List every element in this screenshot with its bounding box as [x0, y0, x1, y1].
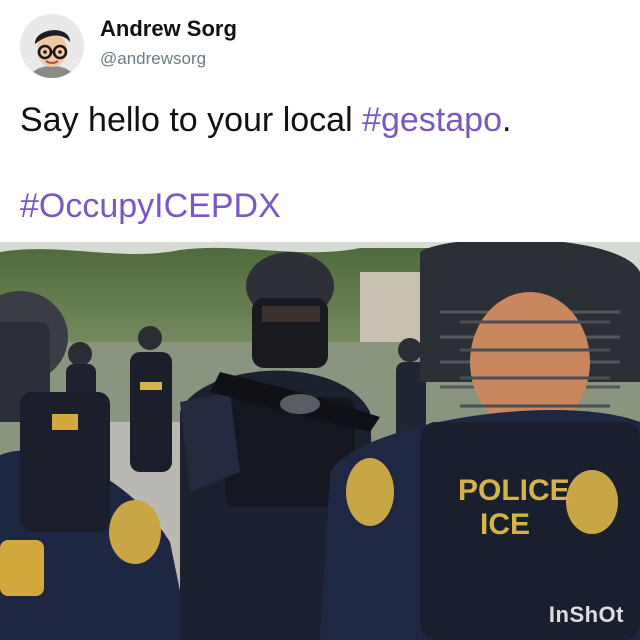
author-name[interactable]: Andrew Sorg	[100, 16, 237, 42]
tweet-text-end: .	[501, 101, 512, 139]
avatar[interactable]	[20, 14, 84, 78]
screenshot-frame: Andrew Sorg @andrewsorg Say hello to you…	[0, 0, 640, 640]
tweet-text-plain: Say hello to your local	[20, 101, 363, 139]
tweet-text: Say hello to your local #gestapo.	[20, 101, 511, 140]
avatar-illustration	[20, 14, 84, 78]
hashtag-occupyicepdx[interactable]: #OccupyICEPDX	[20, 187, 281, 225]
vest-text-line2: ICE	[480, 508, 530, 541]
tweet-card: Andrew Sorg @andrewsorg Say hello to you…	[0, 0, 640, 242]
inshot-watermark: InShOt	[548, 602, 624, 627]
video-frame[interactable]: POLICE ICE InShOt	[0, 242, 640, 640]
video-scene: POLICE ICE	[0, 242, 640, 640]
tweet-text-hashtag-line: #OccupyICEPDX	[20, 187, 281, 226]
hashtag-gestapo[interactable]: #gestapo	[362, 101, 502, 139]
vest-text-line1: POLICE	[458, 474, 570, 507]
author-handle[interactable]: @andrewsorg	[100, 49, 206, 69]
